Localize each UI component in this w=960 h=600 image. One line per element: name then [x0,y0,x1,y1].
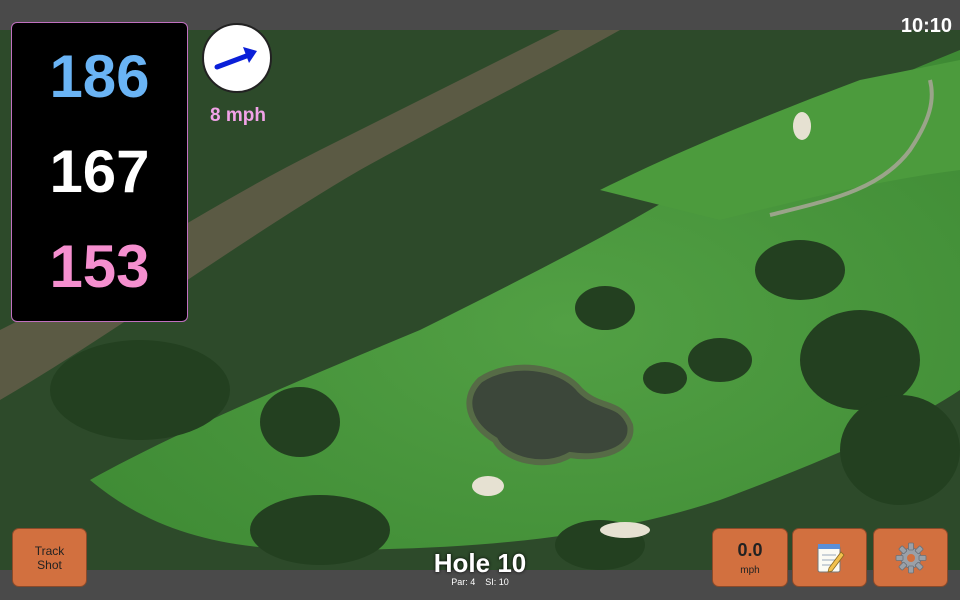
yardage-panel: 186 167 153 [11,22,188,322]
hole-info: Par: 4 SI: 10 [380,577,580,587]
yardage-middle: 167 [49,137,150,205]
track-shot-label-line2: Shot [37,557,62,572]
wind-arrow-icon [214,47,257,70]
yardage-back: 186 [49,42,150,110]
hole-title: Hole 10 [433,548,527,578]
track-shot-label-line1: Track [34,543,65,558]
notes-button[interactable] [792,528,867,587]
notepad-icon [817,543,845,573]
speed-value: 0.0 [737,539,763,560]
wind-speed: 8 mph [210,105,266,126]
track-shot-button[interactable]: Track Shot [12,528,87,587]
hole-stroke-index: SI: 10 [485,577,509,587]
yardage-front: 153 [49,233,150,301]
hole-par: Par: 4 [451,577,476,587]
gear-icon [895,542,926,573]
status-clock: 10:10 [900,15,952,37]
settings-button[interactable] [873,528,948,587]
wind-indicator [202,23,272,93]
speed-unit: mph [740,564,760,576]
speed-button[interactable]: 0.0 mph [712,528,788,587]
